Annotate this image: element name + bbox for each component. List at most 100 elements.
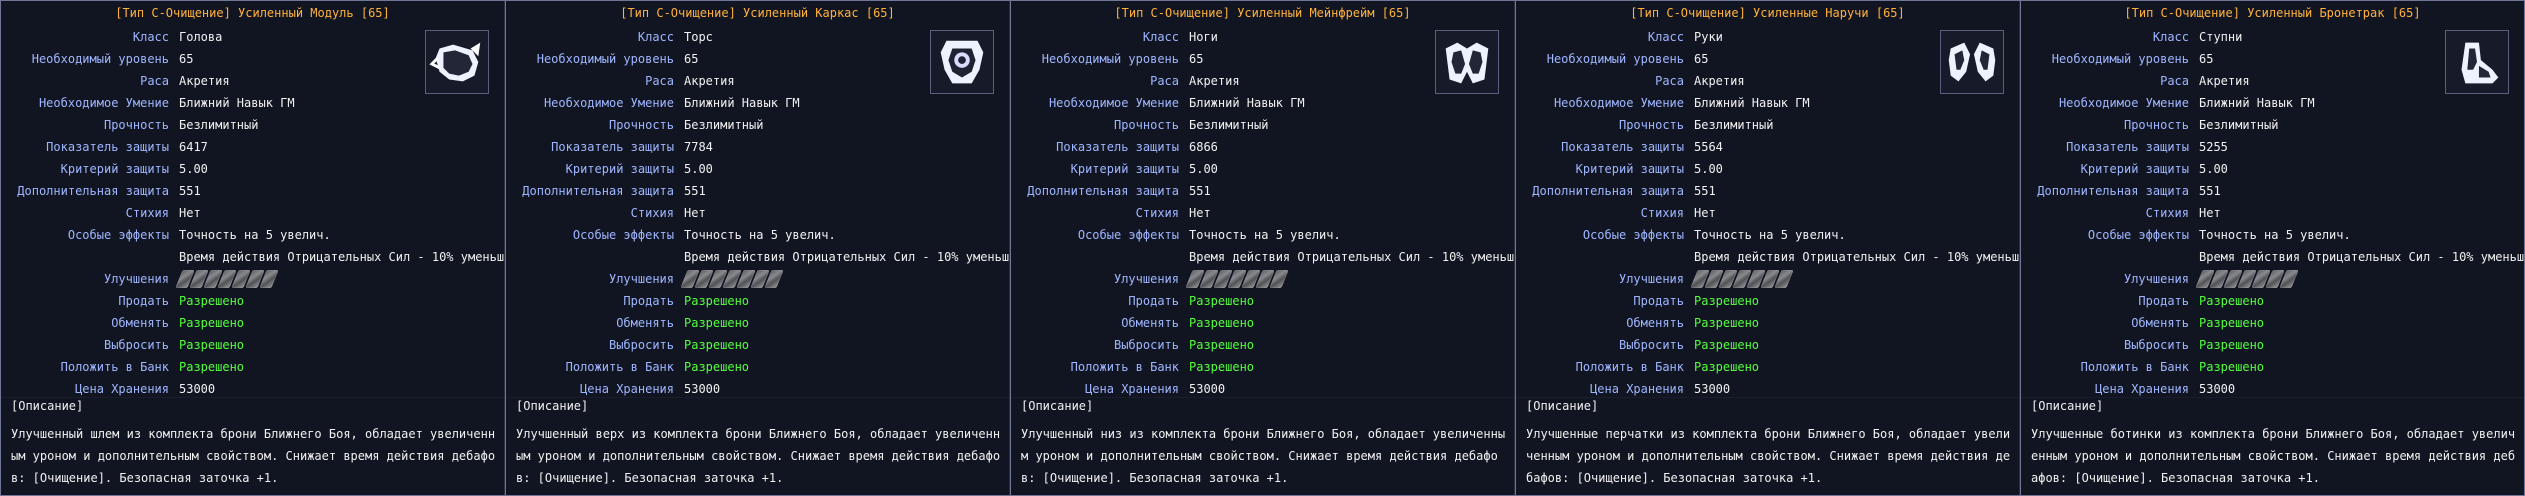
upgrade-slots	[175, 269, 283, 289]
value-class: Ноги	[1189, 30, 1218, 44]
value-race: Акретия	[684, 74, 735, 88]
value-bank: Разрешено	[1189, 360, 1255, 374]
row-defense: Показатель защиты 5564	[1516, 136, 2019, 158]
label-race: Раса	[645, 74, 674, 88]
row-race: Раса Акретия	[1, 70, 504, 92]
row-defense: Показатель защиты 6866	[1011, 136, 1514, 158]
row-extra-def: Дополнительная защита 551	[2021, 180, 2524, 202]
value-sell: Разрешено	[2199, 294, 2265, 308]
row-required-level: Необходимый уровень 65	[1516, 48, 2019, 70]
row-trade: Обменять Разрешено	[1, 312, 504, 334]
label-element: Стихия	[1135, 206, 1179, 220]
value-class: Голова	[179, 30, 223, 44]
item-tooltip-panel-5: [Тип С-Очищение] Усиленный Бронетрак [65…	[2020, 1, 2525, 495]
label-sell: Продать	[1128, 294, 1179, 308]
row-sell: Продать Разрешено	[506, 290, 1009, 312]
row-drop: Выбросить Разрешено	[2021, 334, 2524, 356]
label-race: Раса	[140, 74, 169, 88]
value-defense: 7784	[684, 140, 713, 154]
label-drop: Выбросить	[608, 338, 674, 352]
label-sell: Продать	[2138, 294, 2189, 308]
label-element: Стихия	[1640, 206, 1684, 220]
label-special-effects: Особые эффекты	[2087, 228, 2189, 242]
label-sell: Продать	[1633, 294, 1684, 308]
row-special-effects: Особые эффекты Точность на 5 увелич.	[2021, 224, 2524, 246]
label-required-skill: Необходимое Умение	[543, 96, 674, 110]
label-upgrades: Улучшения	[608, 272, 674, 286]
row-extra-def: Дополнительная защита 551	[506, 180, 1009, 202]
value-required-skill: Ближний Навык ГМ	[179, 96, 295, 110]
label-defense: Показатель защиты	[2066, 140, 2189, 154]
label-extra-def: Дополнительная защита	[522, 184, 674, 198]
label-race: Раса	[1150, 74, 1179, 88]
value-durability: Безлимитный	[1694, 118, 1774, 132]
value-required-level: 65	[684, 52, 699, 66]
label-special-effects: Особые эффекты	[572, 228, 674, 242]
label-extra-def: Дополнительная защита	[1027, 184, 1179, 198]
value-trade: Разрешено	[684, 316, 750, 330]
value-special-effects-2: Время действия Отрицательных Сил - 10% у…	[2199, 250, 2525, 264]
row-required-skill: Необходимое Умение Ближний Навык ГМ	[506, 92, 1009, 114]
description-text: Улучшенный верх из комплекта брони Ближн…	[516, 427, 1001, 485]
label-race: Раса	[2160, 74, 2189, 88]
value-element: Нет	[2199, 206, 2221, 220]
label-durability: Прочность	[2123, 118, 2189, 132]
value-race: Акретия	[1189, 74, 1240, 88]
label-class: Класс	[132, 30, 169, 44]
value-trade: Разрешено	[1189, 316, 1255, 330]
row-defense: Показатель защиты 7784	[506, 136, 1009, 158]
item-tooltip-panel-3: [Тип С-Очищение] Усиленный Мейнфрейм [65…	[1010, 1, 1515, 495]
label-required-level: Необходимый уровень	[536, 52, 674, 66]
value-extra-def: 551	[1189, 184, 1211, 198]
label-defense: Показатель защиты	[1561, 140, 1684, 154]
label-defense: Показатель защиты	[1056, 140, 1179, 154]
label-defense: Показатель защиты	[46, 140, 169, 154]
description-heading: [Описание]	[1526, 399, 1599, 413]
value-bank: Разрешено	[179, 360, 245, 374]
value-special-effects-2: Время действия Отрицательных Сил - 10% у…	[684, 250, 1010, 264]
value-drop: Разрешено	[684, 338, 750, 352]
value-race: Акретия	[179, 74, 230, 88]
row-durability: Прочность Безлимитный	[1516, 114, 2019, 136]
value-class: Руки	[1694, 30, 1723, 44]
label-bank: Положить в Банк	[1070, 360, 1179, 374]
label-trade: Обменять	[111, 316, 169, 330]
value-durability: Безлимитный	[2199, 118, 2279, 132]
row-def-crit: Критерий защиты 5.00	[506, 158, 1009, 180]
row-special-effects: Особые эффекты Точность на 5 увелич.	[1, 224, 504, 246]
value-special-effects-1: Точность на 5 увелич.	[1189, 228, 1341, 242]
value-race: Акретия	[1694, 74, 1745, 88]
value-def-crit: 5.00	[179, 162, 208, 176]
row-race: Раса Акретия	[1516, 70, 2019, 92]
row-race: Раса Акретия	[506, 70, 1009, 92]
value-durability: Безлимитный	[1189, 118, 1269, 132]
row-class: Класс Руки	[1516, 26, 2019, 48]
value-def-crit: 5.00	[684, 162, 713, 176]
label-drop: Выбросить	[103, 338, 169, 352]
row-class: Класс Торс	[506, 26, 1009, 48]
label-class: Класс	[2152, 30, 2189, 44]
row-race: Раса Акретия	[2021, 70, 2524, 92]
label-durability: Прочность	[1618, 118, 1684, 132]
row-required-level: Необходимый уровень 65	[1, 48, 504, 70]
label-drop: Выбросить	[1113, 338, 1179, 352]
value-defense: 6417	[179, 140, 208, 154]
label-element: Стихия	[2145, 206, 2189, 220]
label-bank: Положить в Банк	[60, 360, 169, 374]
row-def-crit: Критерий защиты 5.00	[1516, 158, 2019, 180]
row-durability: Прочность Безлимитный	[1, 114, 504, 136]
label-special-effects: Особые эффекты	[1077, 228, 1179, 242]
description-heading: [Описание]	[11, 399, 84, 413]
value-bank: Разрешено	[1694, 360, 1760, 374]
value-special-effects-1: Точность на 5 увелич.	[179, 228, 331, 242]
label-sell: Продать	[118, 294, 169, 308]
value-defense: 5255	[2199, 140, 2228, 154]
row-required-level: Необходимый уровень 65	[1011, 48, 1514, 70]
row-sell: Продать Разрешено	[1516, 290, 2019, 312]
row-bank: Положить в Банк Разрешено	[1011, 356, 1514, 378]
row-durability: Прочность Безлимитный	[2021, 114, 2524, 136]
value-element: Нет	[1189, 206, 1211, 220]
label-defense: Показатель защиты	[551, 140, 674, 154]
label-extra-def: Дополнительная защита	[1532, 184, 1684, 198]
row-class: Класс Голова	[1, 26, 504, 48]
